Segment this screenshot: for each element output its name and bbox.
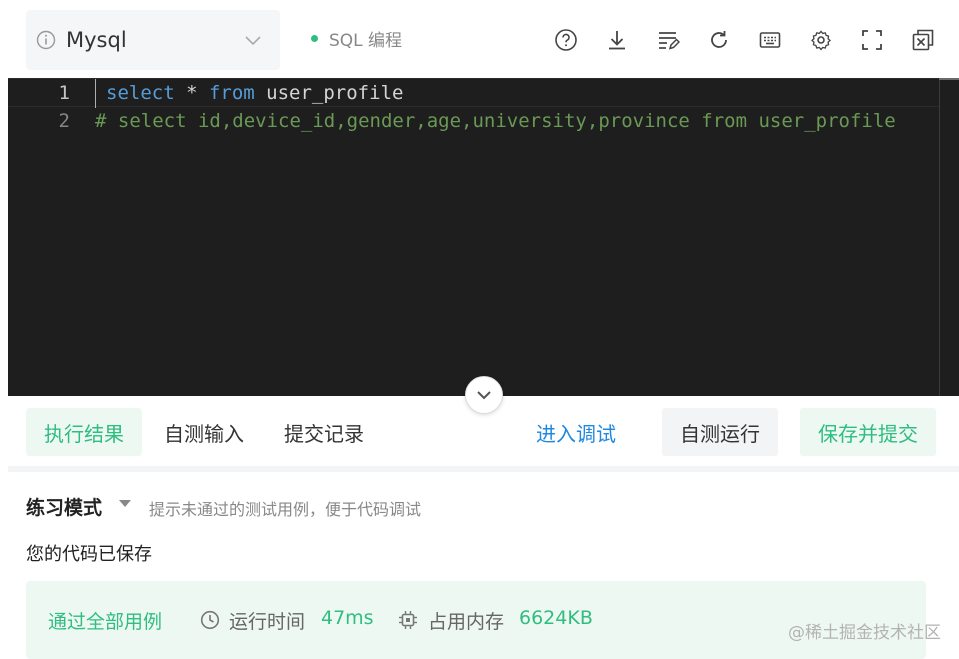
popout-button[interactable]	[907, 24, 939, 56]
keyword-token: select	[106, 82, 175, 104]
help-icon	[555, 29, 577, 51]
practice-mode-title[interactable]: 练习模式	[26, 493, 102, 520]
download-icon	[609, 31, 625, 50]
self-run-button[interactable]: 自测运行	[662, 408, 778, 456]
runtime-value: 47ms	[321, 607, 374, 629]
save-submit-button[interactable]: 保存并提交	[800, 408, 936, 456]
settings-button[interactable]	[805, 24, 837, 56]
popout-icon	[912, 29, 934, 51]
code-editor[interactable]: 1 select * from user_profile 2 # select …	[8, 78, 959, 396]
keyboard-icon	[759, 32, 781, 48]
language-label: Mysql	[66, 28, 127, 52]
clock-icon	[200, 610, 220, 630]
settings-icon	[810, 30, 832, 51]
chevron-down-icon	[477, 391, 491, 400]
section-divider	[8, 466, 959, 472]
info-icon	[36, 30, 56, 50]
help-button[interactable]	[550, 24, 582, 56]
tab-submit-history[interactable]: 提交记录	[266, 408, 382, 456]
code-token: user_profile	[254, 82, 404, 104]
code-text: select * from user_profile	[95, 79, 403, 108]
editor-toolbar: Mysql SQL 编程	[0, 0, 959, 78]
collapse-editor-button[interactable]	[465, 376, 503, 414]
watermark: @稀土掘金技术社区	[788, 623, 941, 643]
chip-icon	[399, 611, 417, 629]
practice-mode-hint: 提示未通过的测试用例，便于代码调试	[149, 500, 422, 519]
pass-status: 通过全部用例	[48, 611, 163, 633]
code-token: *	[174, 82, 209, 104]
reset-button[interactable]	[703, 24, 735, 56]
comment-token: # select id,device_id,gender,age,univers…	[95, 110, 896, 132]
format-button[interactable]	[652, 24, 684, 56]
scroll-thumb[interactable]	[939, 78, 959, 80]
memory-label: 占用内存	[428, 611, 505, 633]
editor-scrollbar[interactable]	[939, 78, 959, 396]
caret-down-icon[interactable]	[119, 500, 131, 508]
debug-button[interactable]: 进入调试	[518, 408, 634, 456]
line-number: 1	[58, 82, 70, 104]
runtime-label: 运行时间	[229, 611, 306, 633]
mode-label: SQL 编程	[329, 31, 403, 51]
download-button[interactable]	[601, 24, 633, 56]
code-line[interactable]: 1 select * from user_profile	[8, 78, 959, 108]
fullscreen-button[interactable]	[856, 24, 888, 56]
tab-self-test-input[interactable]: 自测输入	[146, 408, 262, 456]
keyword-token: from	[208, 82, 255, 104]
memory-value: 6624KB	[519, 607, 593, 629]
line-number: 2	[58, 110, 70, 132]
reset-icon	[711, 31, 727, 48]
tool-icons	[550, 24, 939, 56]
keyboard-button[interactable]	[754, 24, 786, 56]
fullscreen-icon	[862, 30, 882, 50]
saved-message: 您的代码已保存	[26, 544, 152, 565]
language-select[interactable]: Mysql	[26, 10, 280, 70]
mode-tag: SQL 编程	[311, 26, 402, 51]
status-dot	[311, 35, 318, 42]
format-icon	[659, 32, 680, 50]
tab-result[interactable]: 执行结果	[26, 408, 142, 456]
code-line[interactable]: 2 # select id,device_id,gender,age,unive…	[8, 107, 959, 136]
chevron-down-icon	[245, 36, 261, 46]
